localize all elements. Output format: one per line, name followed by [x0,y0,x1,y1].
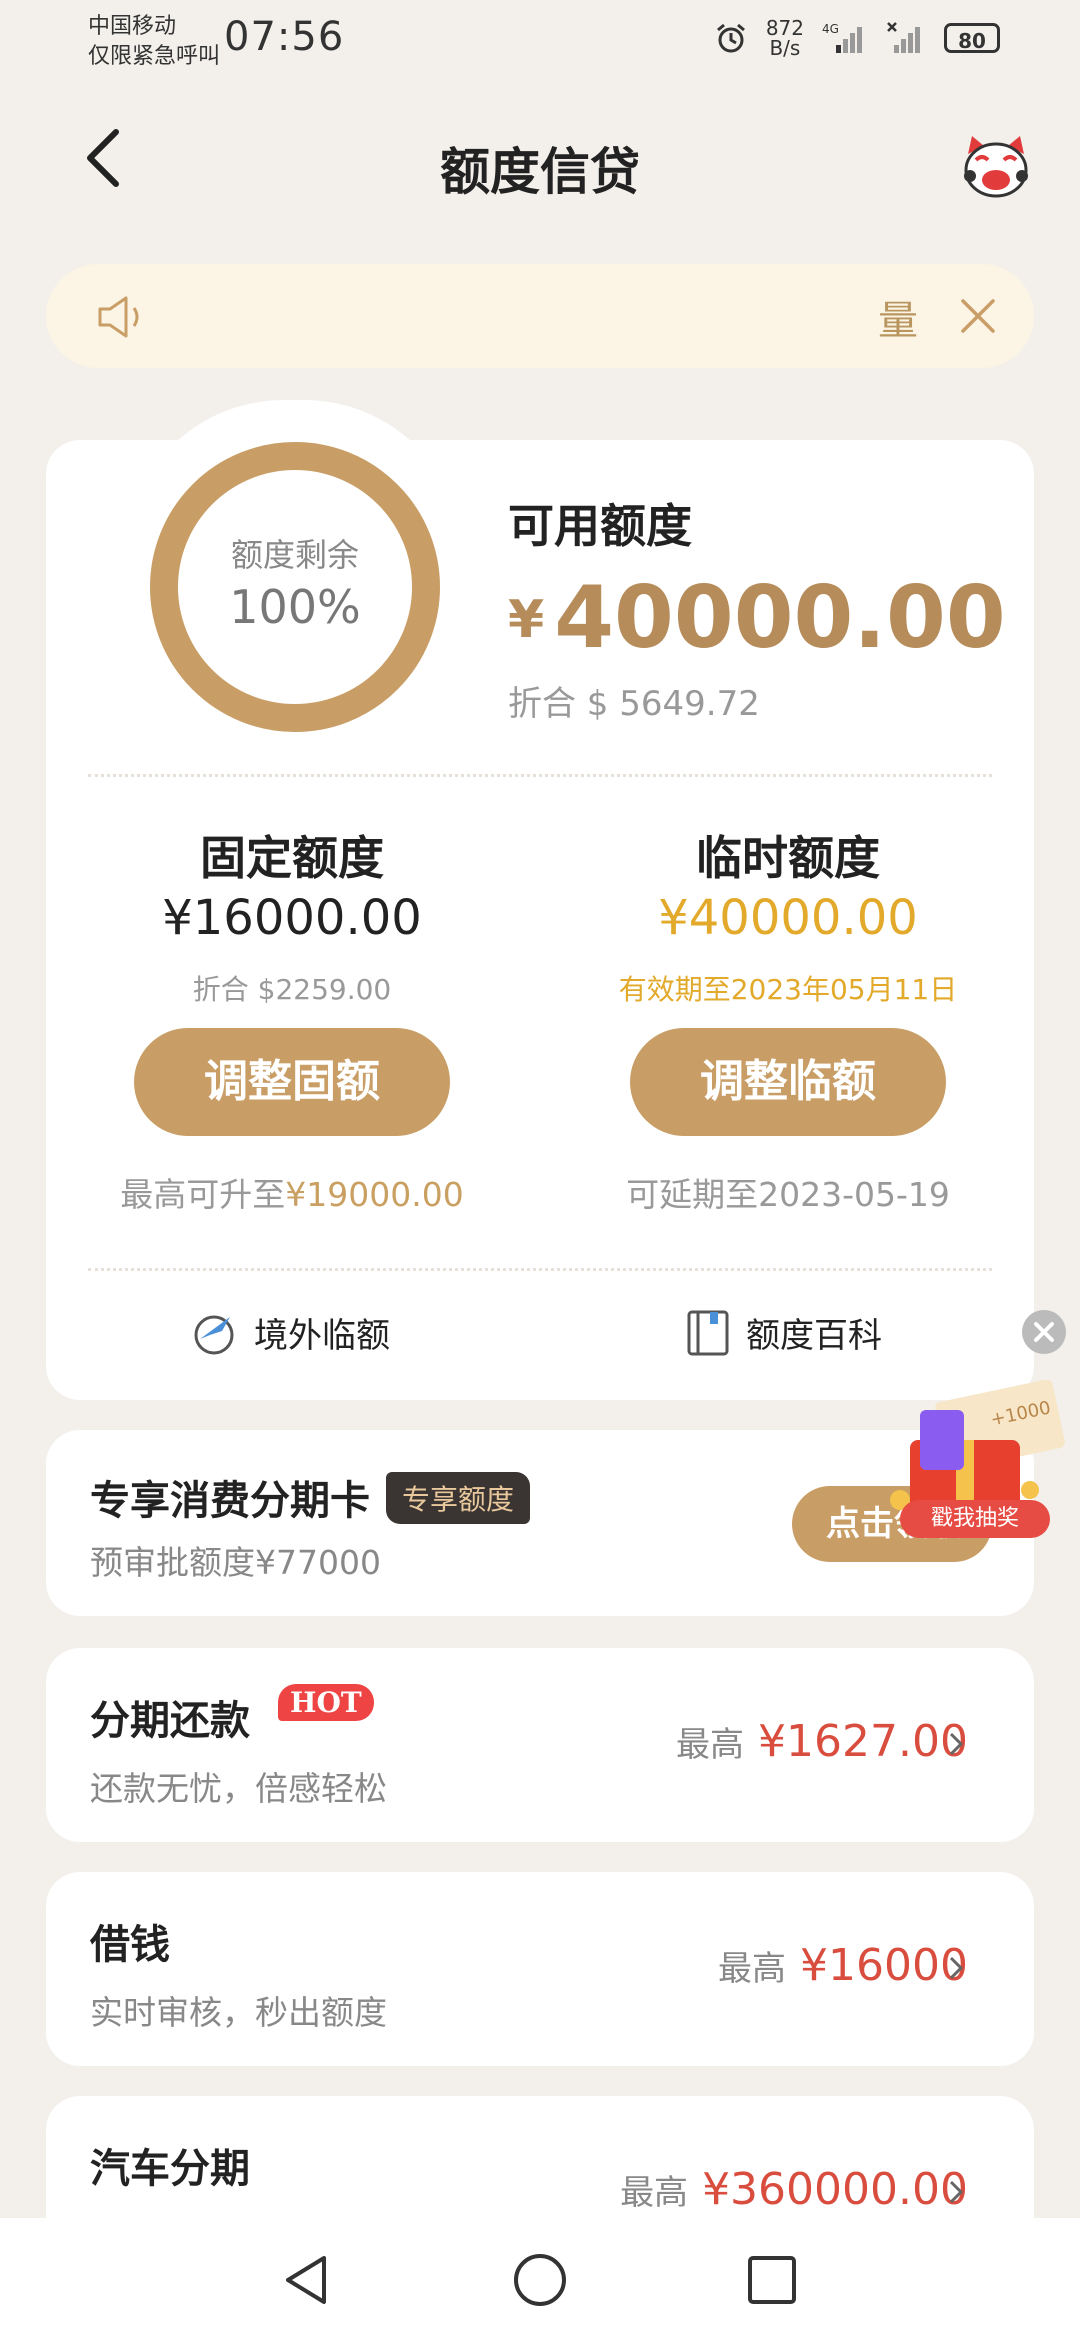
page-title: 额度信贷 [440,143,640,201]
adjust-fixed-button[interactable]: 调整固额 [134,1028,450,1136]
lottery-float-widget[interactable]: +1000 戳我抽奖 [880,1380,1080,1540]
ring-label: 额度剩余 [230,536,359,574]
nav-recents-icon[interactable] [744,2252,800,2308]
available-quota-amount: ¥40000.00 [508,568,1006,668]
ring-percent: 100% [229,580,361,634]
fixed-quota-title: 固定额度 [200,831,384,885]
close-icon[interactable] [960,298,996,334]
net-speed: 872 B/s [765,16,804,60]
nav-home-icon[interactable] [512,2252,568,2308]
chevron-right-icon [949,1732,964,1756]
temp-quota-note: 可延期至2023-05-19 [626,1175,950,1214]
clock: 07:56 [224,14,345,60]
available-quota-title: 可用额度 [508,499,692,553]
temp-quota-title: 临时额度 [696,831,880,885]
quota-wiki-link[interactable]: 额度百科 [686,1308,882,1357]
item-max: 最高 ¥360000.00 [620,2164,968,2215]
item-title: 汽车分期 [90,2146,250,2192]
fixed-quota-usd: 折合 $2259.00 [192,973,392,1006]
battery-indicator: 80 [944,23,1000,53]
item-max: 最高 ¥1627.00 [676,1716,968,1767]
signal-no-sim-icon [887,22,920,53]
item-sub: 还款无忧，倍感轻松 [90,1769,387,1808]
svg-text:4G: 4G [822,22,839,36]
notice-text: 量 [878,298,918,344]
fixed-quota-amount: ¥16000.00 [162,890,422,946]
book-icon [687,1310,729,1355]
close-float-icon[interactable] [1020,1308,1068,1356]
divider [88,1268,992,1271]
plane-globe-icon [194,1315,234,1354]
chevron-right-icon [949,1956,964,1980]
item-max: 最高 ¥16000 [718,1940,968,1991]
available-quota-value: 40000.00 [554,568,1006,668]
exclusive-quota-badge: 专享额度 [386,1472,531,1524]
lottery-label: 戳我抽奖 [900,1500,1050,1538]
notice-bar[interactable]: 量 [46,264,1034,368]
divider [88,774,992,777]
nav-back-icon[interactable] [280,2252,336,2308]
carrier-info: 中国移动 仅限紧急呼叫 [88,12,220,72]
temp-quota-amount: ¥40000.00 [658,890,918,946]
status-icons: 872 B/s 4G 80 [714,18,1000,58]
adjust-temp-button[interactable]: 调整临额 [630,1028,946,1136]
overseas-temp-quota-link[interactable]: 境外临额 [190,1308,390,1357]
item-title: 借钱 [90,1922,170,1968]
system-nav-bar [0,2218,1080,2340]
promo-card-sub: 预审批额度¥77000 [90,1543,381,1582]
item-title: 分期还款 [90,1698,250,1744]
mascot-avatar-icon[interactable] [958,130,1034,206]
emergency-only-text: 仅限紧急呼叫 [88,44,221,69]
carrier-name: 中国移动 [88,14,177,39]
available-quota-usd: 折合 $ 5649.72 [508,684,760,724]
fixed-quota-note: 最高可升至¥19000.00 [120,1175,464,1214]
temp-quota-validity: 有效期至2023年05月11日 [618,973,958,1006]
alarm-icon [716,23,745,53]
signal-4g-icon: 4G [822,22,862,53]
currency-symbol: ¥ [508,590,545,650]
speaker-icon [98,296,139,338]
hot-badge: HOT [278,1684,374,1721]
item-sub: 实时审核，秒出额度 [90,1993,387,2032]
promo-card-title: 专享消费分期卡 [90,1478,370,1524]
chevron-right-icon [949,2180,964,2204]
